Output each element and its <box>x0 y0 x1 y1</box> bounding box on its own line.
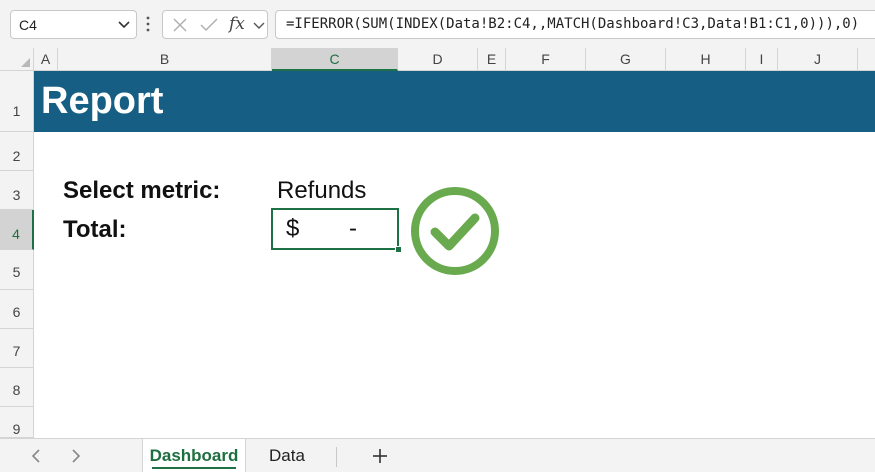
row-header[interactable]: 2 <box>0 132 34 171</box>
report-title: Report <box>41 80 164 122</box>
formula-bar: C4 fx =IFERROR(SUM(INDEX(Data!B2:C4,,MAT… <box>0 0 875 48</box>
select-metric-cell[interactable]: Refunds <box>277 177 366 205</box>
column-header[interactable]: J <box>778 48 858 71</box>
row-header[interactable]: 1 <box>0 71 34 132</box>
tab-divider <box>336 447 337 467</box>
tab-label: Dashboard <box>149 446 239 465</box>
formula-input[interactable]: =IFERROR(SUM(INDEX(Data!B2:C4,,MATCH(Das… <box>275 10 875 39</box>
column-header[interactable]: B <box>58 48 272 71</box>
plus-icon[interactable] <box>370 446 390 466</box>
report-banner[interactable]: Report <box>34 71 875 132</box>
row-header[interactable]: 6 <box>0 290 34 329</box>
row-header-selected[interactable]: 4 <box>0 210 34 250</box>
total-currency: $ <box>286 215 300 242</box>
fill-handle[interactable] <box>395 246 402 253</box>
row-header[interactable]: 7 <box>0 329 34 368</box>
active-tab-indicator <box>152 467 236 469</box>
column-header[interactable]: A <box>34 48 58 71</box>
column-headers: A B C D E F G H I J <box>34 48 875 71</box>
row-header[interactable]: 3 <box>0 171 34 210</box>
sheet-tabs-bar: Dashboard Data <box>0 438 875 472</box>
select-metric-label: Select metric: <box>63 177 221 204</box>
tab-data[interactable]: Data <box>256 439 318 472</box>
total-value: - <box>349 215 357 242</box>
formula-text: =IFERROR(SUM(INDEX(Data!B2:C4,,MATCH(Das… <box>286 16 860 32</box>
column-header[interactable]: G <box>586 48 666 71</box>
column-header[interactable]: D <box>398 48 478 71</box>
column-header[interactable]: H <box>666 48 746 71</box>
x-icon[interactable] <box>172 17 188 33</box>
check-icon[interactable] <box>199 17 219 33</box>
name-box-value: C4 <box>19 17 37 33</box>
chevron-right-icon[interactable] <box>68 447 84 465</box>
column-header-selected[interactable]: C <box>272 48 398 71</box>
formula-actions: fx <box>162 10 268 39</box>
total-label: Total: <box>63 216 127 243</box>
column-header[interactable]: F <box>506 48 586 71</box>
chevron-down-icon[interactable] <box>118 20 130 30</box>
column-header[interactable]: I <box>746 48 778 71</box>
tab-dashboard[interactable]: Dashboard <box>142 439 246 472</box>
select-all-corner[interactable] <box>0 48 34 71</box>
insert-function-icon[interactable]: fx <box>229 14 245 34</box>
row-header[interactable]: 9 <box>0 407 34 438</box>
row-header[interactable]: 8 <box>0 368 34 407</box>
column-header[interactable]: E <box>478 48 506 71</box>
total-cell[interactable]: $ - <box>271 208 402 253</box>
row-header[interactable]: 5 <box>0 250 34 290</box>
chevron-down-icon[interactable] <box>253 21 265 31</box>
check-circle-icon <box>411 187 499 275</box>
tab-label: Data <box>269 446 305 465</box>
name-box[interactable]: C4 <box>10 10 137 39</box>
chevron-left-icon[interactable] <box>28 447 44 465</box>
more-options-icon[interactable] <box>145 14 151 34</box>
